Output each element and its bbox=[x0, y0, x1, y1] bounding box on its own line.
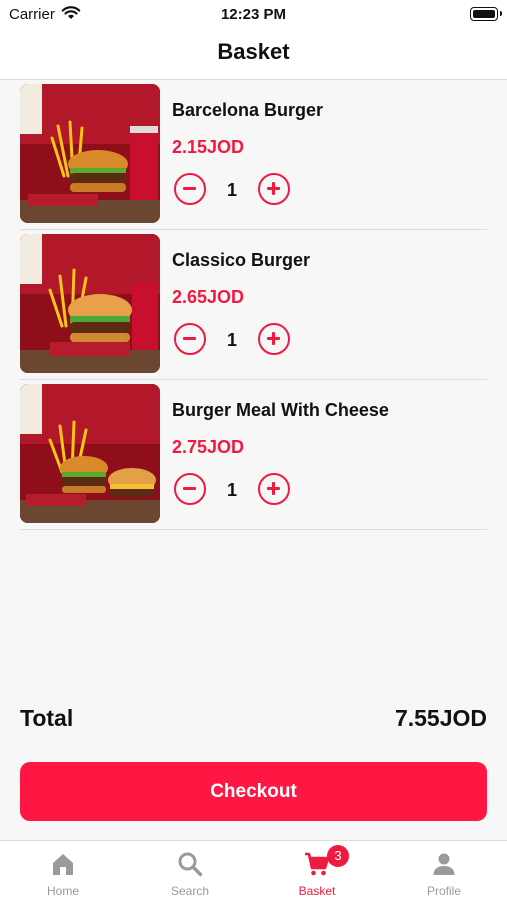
item-quantity: 1 bbox=[226, 480, 237, 500]
home-icon bbox=[53, 854, 73, 875]
person-icon bbox=[433, 853, 455, 875]
tab-label: Profile bbox=[426, 884, 461, 898]
item-name: Barcelona Burger bbox=[172, 100, 324, 120]
search-icon bbox=[178, 852, 203, 877]
decrease-quantity-button[interactable] bbox=[174, 473, 206, 505]
decrease-quantity-button[interactable] bbox=[174, 173, 206, 205]
checkout-button[interactable]: Checkout bbox=[20, 762, 487, 821]
basket-count-badge: 3 bbox=[327, 845, 349, 867]
basket-item: Burger Meal With Cheese 2.75JOD 1 bbox=[20, 380, 487, 530]
total-row: Total 7.55JOD bbox=[20, 705, 487, 735]
tab-search[interactable]: Search bbox=[127, 841, 253, 900]
increase-quantity-button[interactable] bbox=[258, 473, 290, 505]
product-image bbox=[20, 384, 160, 523]
tab-basket[interactable]: 3 Basket bbox=[254, 841, 380, 900]
total-label: Total bbox=[20, 705, 74, 731]
item-quantity: 1 bbox=[226, 180, 237, 200]
item-quantity: 1 bbox=[226, 330, 237, 350]
tab-label: Search bbox=[170, 884, 210, 898]
increase-quantity-button[interactable] bbox=[258, 173, 290, 205]
navigation-bar: Basket bbox=[0, 30, 507, 80]
item-price: 2.75JOD bbox=[172, 437, 245, 457]
page-title: Basket bbox=[217, 39, 290, 64]
clock: 12:23 PM bbox=[220, 6, 287, 23]
decrease-quantity-button[interactable] bbox=[174, 323, 206, 355]
item-price: 2.15JOD bbox=[172, 137, 245, 157]
basket-item: Classico Burger 2.65JOD 1 bbox=[20, 230, 487, 380]
tab-home[interactable]: Home bbox=[0, 841, 126, 900]
battery-icon bbox=[470, 7, 502, 21]
product-image bbox=[20, 234, 160, 373]
tab-bar: Home Search 3 Basket Profile bbox=[0, 840, 507, 900]
item-price: 2.65JOD bbox=[172, 287, 245, 307]
item-name: Classico Burger bbox=[172, 250, 311, 270]
tab-label: Basket bbox=[298, 884, 336, 898]
tab-label: Home bbox=[46, 884, 79, 898]
product-image bbox=[20, 84, 160, 223]
item-name: Burger Meal With Cheese bbox=[172, 400, 389, 420]
total-value: 7.55JOD bbox=[394, 705, 487, 731]
basket-item: Barcelona Burger 2.15JOD 1 bbox=[20, 80, 487, 230]
basket-list: Barcelona Burger 2.15JOD 1 Classico Burg… bbox=[20, 80, 487, 530]
increase-quantity-button[interactable] bbox=[258, 323, 290, 355]
status-bar: Carrier 12:23 PM bbox=[0, 0, 507, 30]
tab-profile[interactable]: Profile bbox=[381, 841, 507, 900]
